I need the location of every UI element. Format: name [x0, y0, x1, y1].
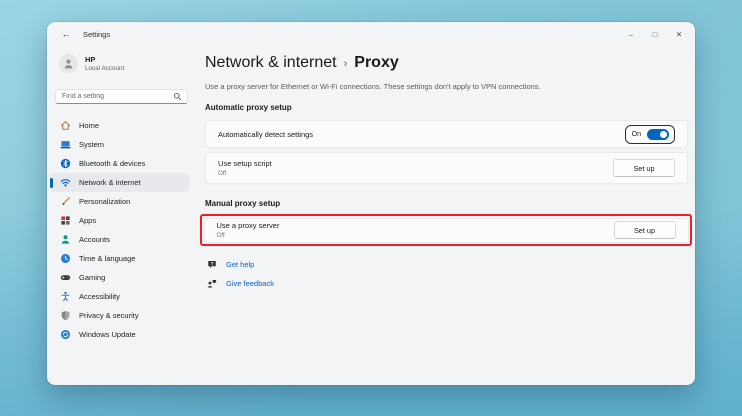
get-help-link[interactable]: Get help [207, 259, 688, 270]
system-icon [60, 139, 71, 150]
setup-script-status: Off [218, 169, 227, 177]
back-button[interactable]: ← [57, 26, 75, 42]
setup-script-button[interactable]: Set up [613, 159, 675, 177]
setting-row-setup-script: Use setup script Off Set up [205, 152, 688, 184]
personalization-icon [60, 196, 71, 207]
toggle-switch[interactable] [647, 128, 669, 140]
sidebar-item-label: Apps [79, 216, 97, 225]
accessibility-icon [60, 291, 71, 302]
apps-icon [60, 215, 71, 226]
give-feedback-link[interactable]: Give feedback [207, 278, 688, 289]
close-button[interactable]: ✕ [667, 22, 691, 46]
detect-settings-toggle[interactable]: On [624, 124, 675, 144]
sidebar-item-label: Accessibility [79, 292, 120, 301]
sidebar-item-label: Network & internet [79, 178, 141, 187]
section-manual-proxy-title: Manual proxy setup [205, 199, 281, 208]
sidebar-item-label: Privacy & security [79, 311, 139, 320]
search-input[interactable] [62, 93, 173, 100]
sidebar-item-label: Accounts [79, 235, 110, 244]
sidebar-item-label: Bluetooth & devices [79, 159, 146, 168]
sidebar-nav: Home System Bluetooth & devices Network … [47, 116, 195, 344]
help-icon [207, 260, 217, 270]
setting-row-proxy-server: Use a proxy server Off Set up [203, 217, 689, 243]
search-box [55, 89, 188, 104]
sidebar-item-label: System [79, 140, 105, 149]
breadcrumb-parent[interactable]: Network & internet [205, 53, 337, 72]
user-info: HP Local Account [85, 55, 124, 73]
accounts-icon [60, 234, 71, 245]
window-title: Settings [83, 29, 111, 39]
toggle-state-label: On [631, 130, 641, 138]
breadcrumb: Network & internet › Proxy [205, 53, 688, 74]
get-help-label: Get help [226, 260, 255, 269]
user-name: HP [85, 54, 96, 64]
sidebar-item-label: Gaming [79, 273, 106, 282]
settings-window: ← Settings – □ ✕ HP Local Account Find a… [47, 22, 695, 385]
search-icon [173, 92, 182, 101]
section-automatic-proxy-title: Automatic proxy setup [205, 103, 292, 112]
detect-settings-label: Automatically detect settings [218, 129, 314, 139]
sidebar-item-label: Windows Update [79, 330, 136, 339]
sidebar-item-accessibility[interactable]: Accessibility [50, 287, 189, 306]
maximize-button[interactable]: □ [643, 22, 667, 46]
titlebar: ← Settings – □ ✕ [47, 22, 695, 46]
sidebar-item-time-language[interactable]: Time & language [50, 249, 189, 268]
page-description: Use a proxy server for Ethernet or Wi-Fi… [205, 82, 541, 91]
proxy-server-text: Use a proxy server Off [217, 221, 280, 239]
network-icon [60, 177, 71, 188]
setting-row-detect-settings: Automatically detect settings On [205, 120, 688, 148]
feedback-icon [207, 279, 217, 289]
sidebar-item-windows-update[interactable]: Windows Update [50, 325, 189, 344]
breadcrumb-separator: › [343, 58, 348, 70]
sidebar-item-apps[interactable]: Apps [50, 211, 189, 230]
bluetooth-icon [60, 158, 71, 169]
gaming-icon [60, 272, 71, 283]
give-feedback-label: Give feedback [226, 279, 274, 288]
time-language-icon [60, 253, 71, 264]
main-content: Network & internet › Proxy Use a proxy s… [195, 46, 695, 385]
sidebar-item-accounts[interactable]: Accounts [50, 230, 189, 249]
privacy-icon [60, 310, 71, 321]
proxy-server-label: Use a proxy server [216, 221, 280, 231]
toggle-knob [660, 130, 667, 138]
sidebar-item-privacy-security[interactable]: Privacy & security [50, 306, 189, 325]
setup-script-text: Use setup script Off [218, 159, 272, 177]
help-links: Get help Give feedback [207, 259, 688, 289]
user-account-button[interactable]: HP Local Account [59, 54, 187, 73]
sidebar-item-system[interactable]: System [50, 135, 189, 154]
user-account-type: Local Account [85, 65, 125, 73]
setup-script-label: Use setup script [218, 159, 272, 169]
annotation-highlight-box: Use a proxy server Off Set up [200, 214, 692, 246]
sidebar-item-personalization[interactable]: Personalization [50, 192, 189, 211]
sidebar-item-network-internet[interactable]: Network & internet [50, 173, 189, 192]
sidebar-item-home[interactable]: Home [50, 116, 189, 135]
sidebar-item-label: Time & language [79, 254, 136, 263]
sidebar: HP Local Account Home [47, 46, 195, 385]
minimize-button[interactable]: – [619, 22, 643, 46]
proxy-server-setup-button[interactable]: Set up [613, 221, 676, 239]
window-controls: – □ ✕ [619, 22, 691, 46]
sidebar-item-label: Personalization [79, 197, 131, 206]
windows-update-icon [60, 329, 71, 340]
sidebar-item-label: Home [79, 121, 100, 130]
page-title: Proxy [354, 54, 399, 71]
avatar [59, 54, 78, 73]
proxy-server-status: Off [216, 231, 225, 239]
sidebar-item-bluetooth-devices[interactable]: Bluetooth & devices [50, 154, 189, 173]
sidebar-item-gaming[interactable]: Gaming [50, 268, 189, 287]
home-icon [60, 120, 71, 131]
